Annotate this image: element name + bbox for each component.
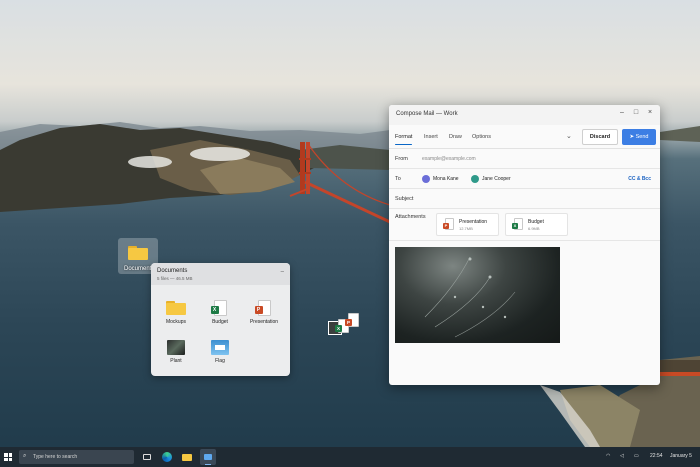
send-label: Send — [635, 134, 649, 140]
docs-item-budget[interactable]: X Budget — [205, 300, 235, 325]
docs-item-plant[interactable]: Plant — [161, 340, 191, 364]
file-explorer-icon[interactable] — [181, 451, 193, 463]
attachments-label: Attachments — [395, 214, 426, 220]
dragged-files[interactable]: X P — [328, 313, 362, 341]
to-label: To — [395, 176, 401, 182]
edge-browser-icon[interactable] — [161, 451, 173, 463]
tab-options[interactable]: Options — [472, 134, 491, 140]
mail-app-icon[interactable] — [200, 449, 216, 465]
close-icon[interactable]: × — [644, 109, 656, 116]
documents-flyout-header: Documents 5 files — 46.5 MB – — [151, 263, 290, 285]
docs-item-label: Mockups — [165, 319, 186, 325]
taskbar: ⌕ Type here to search ◠ ◁ ▭ 22:54 Januar… — [0, 447, 700, 467]
volume-icon[interactable]: ◁ — [620, 453, 624, 459]
clock-date[interactable]: January 5 — [670, 453, 692, 459]
compose-mail-window: Compose Mail — Work – □ × Format Insert … — [389, 105, 660, 385]
subject-label: Subject — [395, 196, 414, 202]
tab-format[interactable]: Format — [395, 134, 413, 145]
recipient-name: Jane Cooper — [482, 176, 511, 182]
from-row: From example@example.com — [389, 149, 660, 169]
minimize-icon[interactable]: – — [281, 269, 284, 275]
tab-insert[interactable]: Insert — [424, 134, 438, 140]
recipient-chip[interactable]: Jane Cooper — [471, 174, 511, 184]
docs-item-label: Plant — [170, 358, 182, 364]
docs-item-label: Presentation — [249, 319, 279, 325]
attachment-name: Budget — [528, 219, 544, 225]
documents-flyout-subtitle: 5 files — 46.5 MB — [157, 276, 193, 281]
powerpoint-file-icon: P — [345, 313, 359, 327]
attachment-budget[interactable]: X Budget 6.9MB — [505, 213, 568, 236]
powerpoint-file-icon: P — [443, 218, 454, 230]
send-button[interactable]: ➤ Send — [622, 129, 656, 145]
cc-bcc-link[interactable]: CC & Bcc — [628, 176, 651, 182]
recipient-chip[interactable]: Mona Kane — [422, 174, 459, 184]
attachment-name: Presentation — [459, 219, 488, 225]
send-icon: ➤ — [629, 134, 635, 140]
wifi-icon[interactable]: ◠ — [606, 453, 610, 459]
folder-icon — [166, 301, 186, 315]
excel-file-icon: X — [512, 218, 523, 230]
window-title: Compose Mail — Work — [396, 111, 458, 117]
minimize-icon[interactable]: – — [616, 109, 628, 116]
attachments-row: Attachments P Presentation 12.7MB X Budg… — [389, 209, 660, 241]
docs-item-label: Flag — [215, 358, 225, 364]
attachment-presentation[interactable]: P Presentation 12.7MB — [436, 213, 499, 236]
avatar — [471, 174, 479, 183]
desktop-folder-label: Documents — [124, 266, 155, 272]
docs-item-flag[interactable]: Flag — [205, 340, 235, 364]
clock-time[interactable]: 22:54 — [650, 453, 663, 459]
tab-draw[interactable]: Draw — [449, 134, 462, 140]
taskbar-search-box[interactable]: ⌕ Type here to search — [19, 450, 134, 464]
windows-start-icon[interactable] — [4, 453, 12, 461]
window-titlebar[interactable]: Compose Mail — Work – □ × — [389, 105, 660, 125]
excel-file-icon: X — [210, 300, 227, 316]
recipient-name: Mona Kane — [433, 176, 459, 182]
battery-icon[interactable]: ▭ — [634, 453, 639, 459]
discard-button[interactable]: Discard — [582, 129, 618, 145]
avatar — [422, 174, 430, 183]
docs-item-mockups[interactable]: Mockups — [161, 300, 191, 325]
task-view-icon[interactable] — [141, 451, 153, 463]
compose-toolbar: Format Insert Draw Options ⌄ Discard ➤ S… — [389, 125, 660, 149]
from-field[interactable]: example@example.com — [422, 156, 476, 162]
attachment-size: 12.7MB — [459, 226, 473, 231]
from-label: From — [395, 156, 408, 162]
docs-item-label: Budget — [212, 319, 228, 325]
search-icon: ⌕ — [23, 453, 27, 459]
attachment-size: 6.9MB — [528, 226, 540, 231]
image-thumbnail-icon — [167, 340, 185, 355]
powerpoint-file-icon: P — [254, 300, 271, 316]
docs-item-presentation[interactable]: P Presentation — [249, 300, 279, 325]
chevron-down-icon[interactable]: ⌄ — [566, 132, 572, 140]
search-placeholder: Type here to search — [33, 454, 78, 460]
documents-flyout-title: Documents — [157, 268, 188, 274]
maximize-icon[interactable]: □ — [630, 109, 642, 116]
documents-flyout: Documents 5 files — 46.5 MB – Mockups X … — [151, 263, 290, 376]
subject-row[interactable]: Subject — [389, 189, 660, 209]
folder-icon — [128, 246, 148, 260]
inline-photo[interactable] — [395, 247, 560, 343]
to-row: To Mona Kane Jane Cooper CC & Bcc — [389, 169, 660, 189]
image-thumbnail-icon — [211, 340, 229, 355]
